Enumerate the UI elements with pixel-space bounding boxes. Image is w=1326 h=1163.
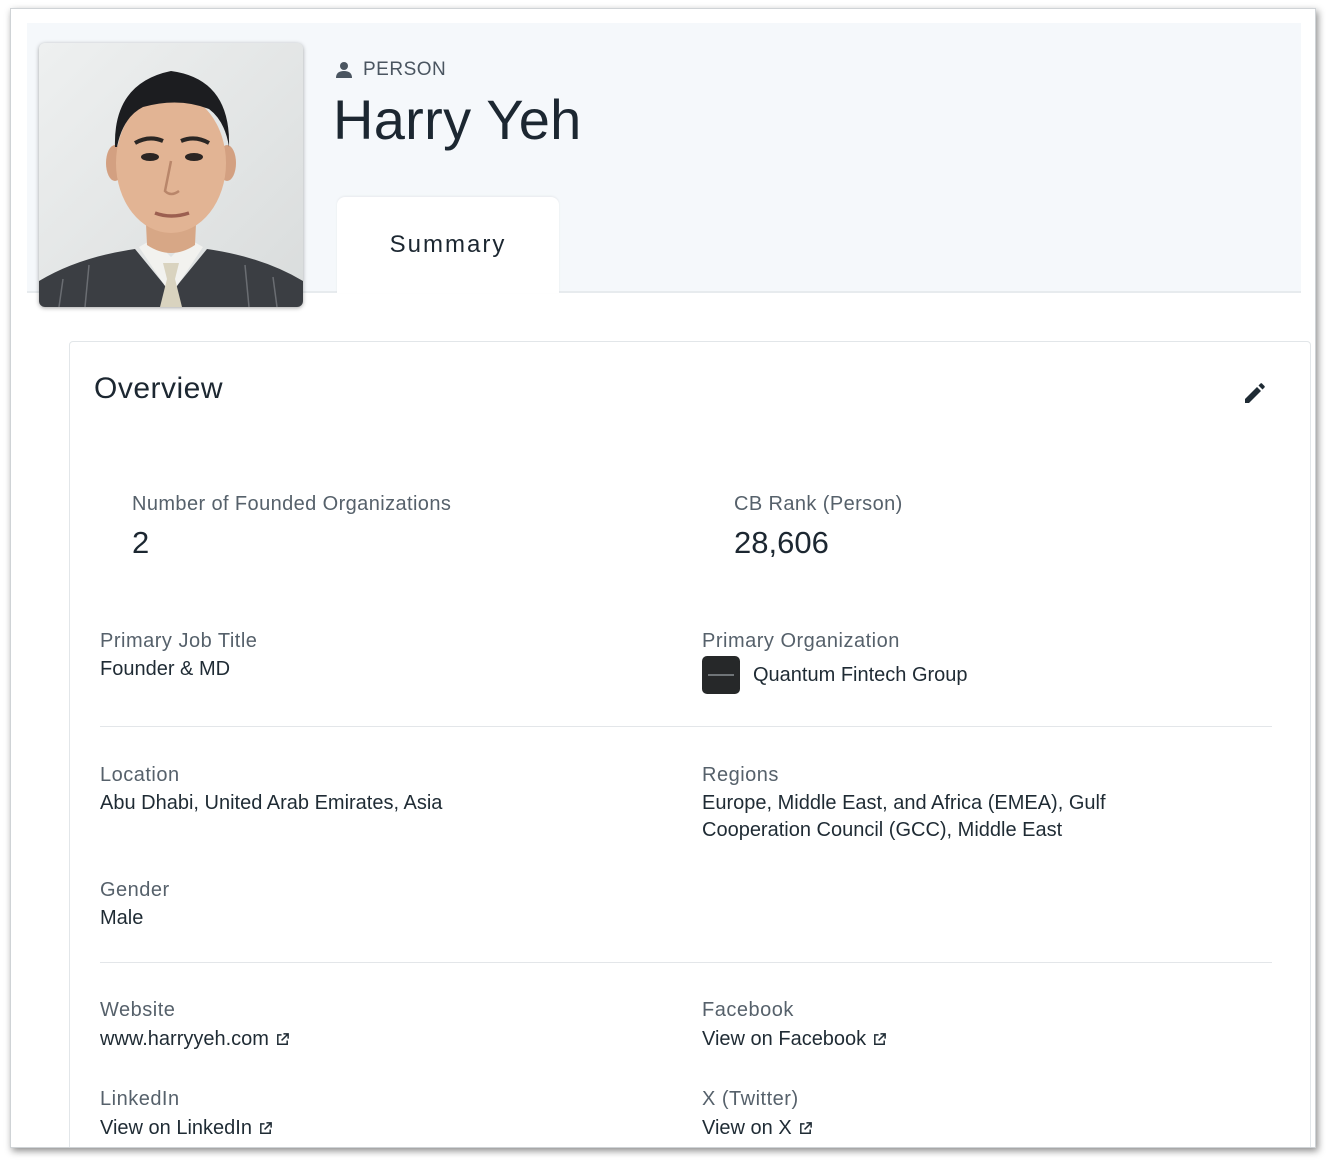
organization-logo[interactable]: [702, 656, 740, 694]
overview-title: Overview: [94, 372, 224, 405]
divider: [100, 726, 1272, 727]
profile-photo: [39, 43, 303, 307]
website-link-text: www.harryyeh.com: [100, 1028, 269, 1050]
facebook-link[interactable]: View on Facebook: [702, 1026, 887, 1053]
linkedin-label: LinkedIn: [100, 1088, 180, 1110]
regions-value: Europe, Middle East, and Africa (EMEA), …: [702, 790, 1106, 844]
founded-orgs-value: 2: [132, 525, 150, 560]
avatar: [39, 43, 303, 307]
external-link-icon: [799, 1122, 812, 1134]
regions-label: Regions: [702, 764, 779, 786]
gender-value: Male: [100, 907, 144, 929]
primary-job-title-value: Founder & MD: [100, 658, 231, 680]
location-value: Abu Dhabi, United Arab Emirates, Asia: [100, 792, 443, 814]
location-label: Location: [100, 764, 180, 786]
website-label: Website: [100, 999, 176, 1021]
website-value: www.harryyeh.com: [100, 1026, 290, 1053]
external-link-icon: [277, 1033, 289, 1045]
person-icon: [336, 62, 352, 78]
primary-organization-link[interactable]: Quantum Fintech Group: [753, 662, 968, 689]
cb-rank-value: 28,606: [734, 525, 829, 560]
primary-job-title-label: Primary Job Title: [100, 630, 258, 652]
regions-line-2: Cooperation Council (GCC), Middle East: [702, 819, 1063, 841]
twitter-value: View on X: [702, 1115, 813, 1142]
entity-type-label: PERSON: [335, 59, 446, 81]
overview-card: Overview Number of Founded Organizations…: [69, 341, 1311, 1147]
facebook-link-text: View on Facebook: [702, 1028, 867, 1050]
tab-summary[interactable]: Summary: [337, 197, 559, 293]
pencil-icon[interactable]: [1242, 382, 1266, 406]
facebook-label: Facebook: [702, 999, 794, 1021]
regions-line-1: Europe, Middle East, and Africa (EMEA), …: [702, 792, 1106, 814]
linkedin-link[interactable]: View on LinkedIn: [100, 1115, 273, 1142]
website-link[interactable]: www.harryyeh.com: [100, 1026, 290, 1053]
profile-window: PERSON Harry Yeh Summary Overview Number…: [10, 8, 1316, 1148]
linkedin-value: View on LinkedIn: [100, 1115, 273, 1142]
gender-label: Gender: [100, 879, 170, 901]
primary-organization[interactable]: Quantum Fintech Group: [702, 656, 968, 694]
divider: [100, 962, 1272, 963]
founded-orgs-label: Number of Founded Organizations: [132, 493, 452, 515]
twitter-link-text: View on X: [702, 1117, 792, 1139]
external-link-icon: [874, 1033, 887, 1045]
twitter-link[interactable]: View on X: [702, 1115, 813, 1142]
external-link-icon: [260, 1122, 272, 1134]
primary-organization-label: Primary Organization: [702, 630, 900, 652]
tab-summary-label: Summary: [389, 231, 507, 258]
person-name: Harry Yeh: [333, 88, 582, 151]
entity-type-text: PERSON: [363, 59, 447, 80]
facebook-value: View on Facebook: [702, 1026, 887, 1053]
twitter-label: X (Twitter): [702, 1088, 799, 1110]
cb-rank-label: CB Rank (Person): [734, 493, 903, 515]
linkedin-link-text: View on LinkedIn: [100, 1117, 252, 1139]
